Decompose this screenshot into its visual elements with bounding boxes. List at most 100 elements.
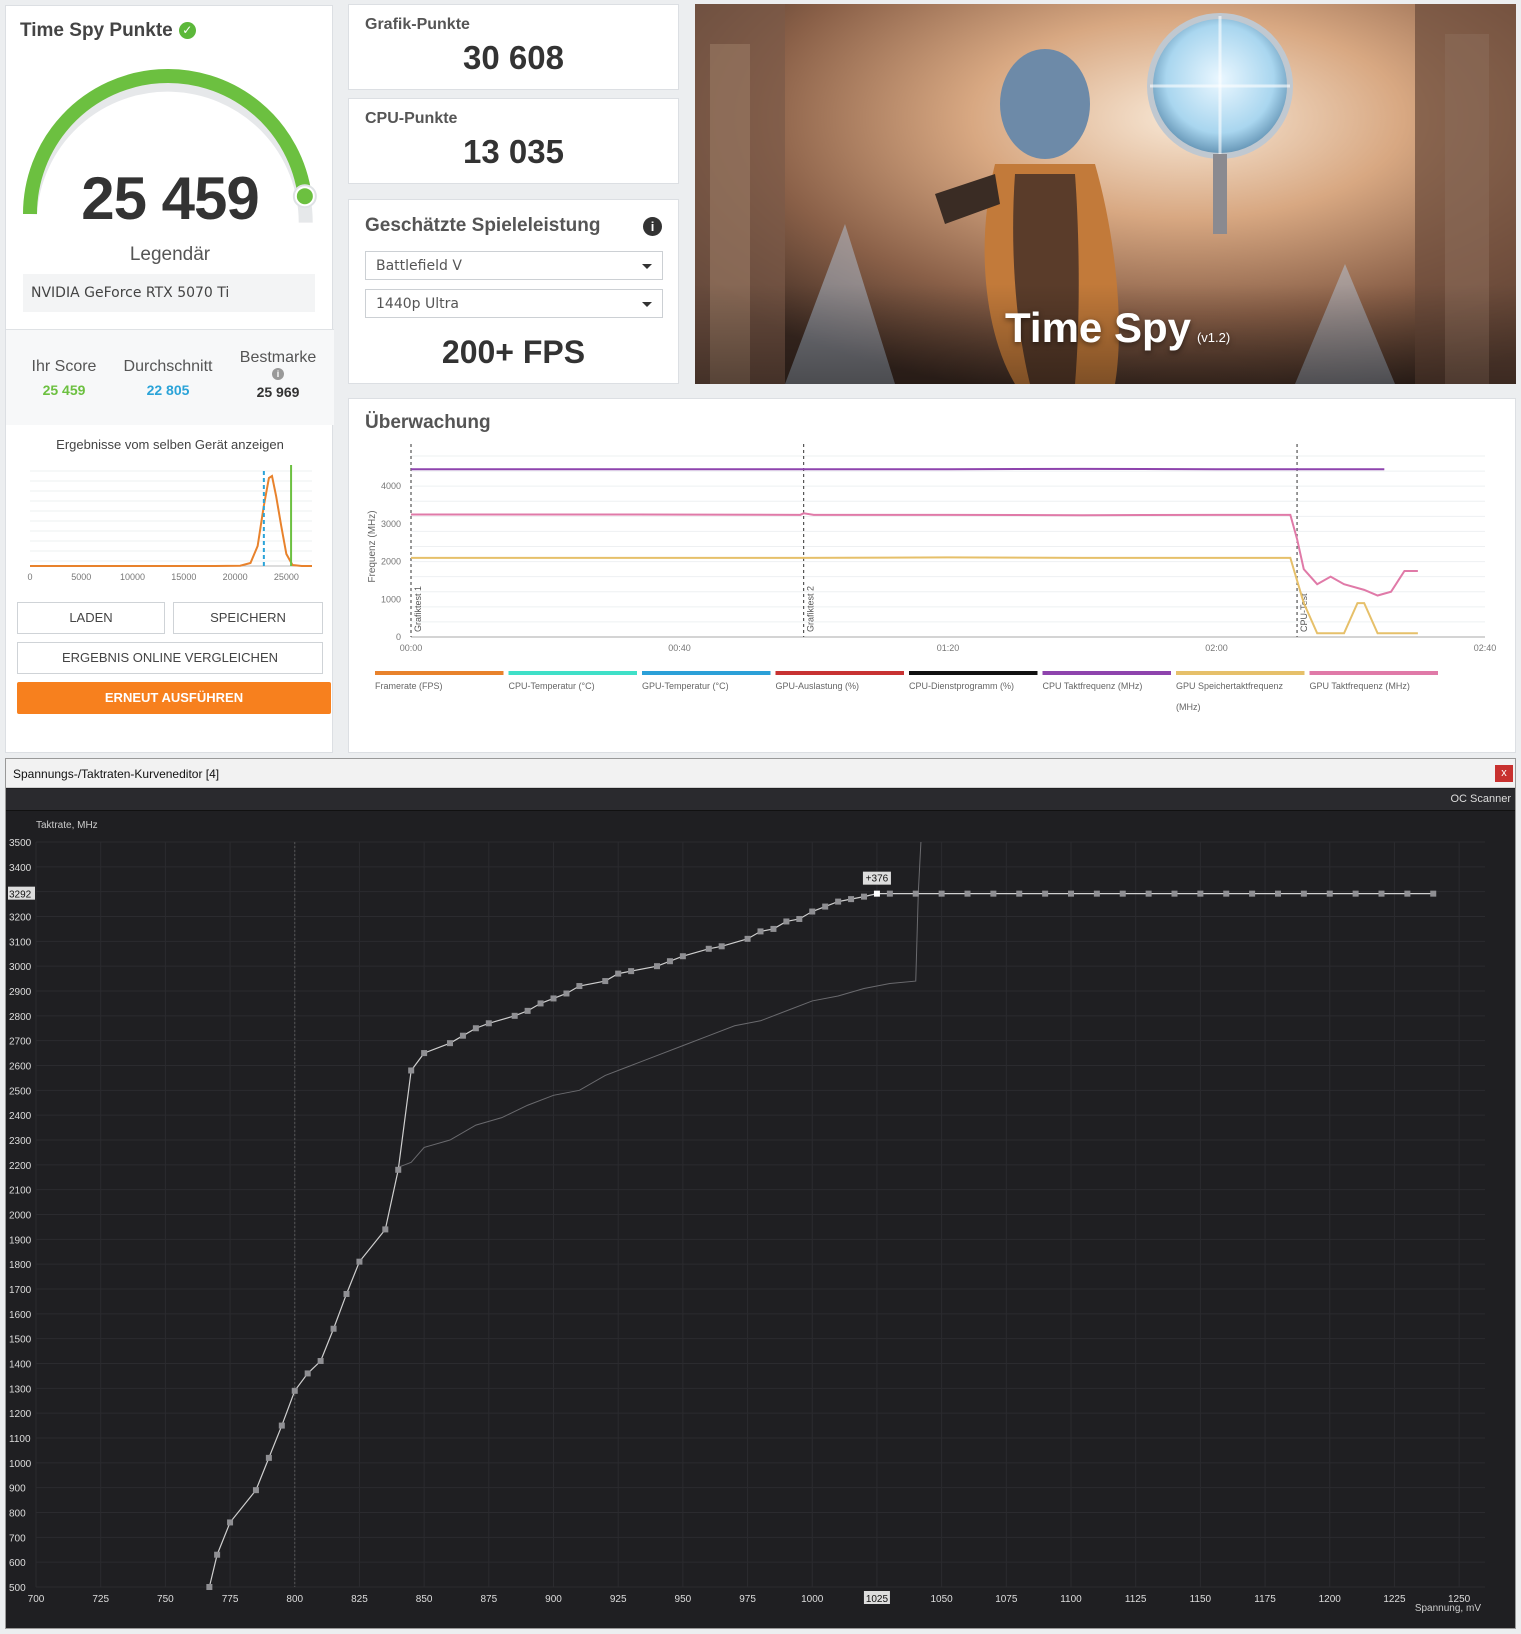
curve-point — [459, 1032, 466, 1039]
y-tick-label: 2400 — [9, 1111, 32, 1122]
y-tick-label: 500 — [9, 1583, 26, 1594]
preset-select-value: 1440p Ultra — [376, 296, 459, 312]
y-tick-label: 3000 — [9, 962, 32, 973]
curve-point — [304, 1370, 311, 1377]
curve-point — [1326, 890, 1333, 897]
curve-point — [822, 903, 829, 910]
legend-swatch — [508, 671, 637, 675]
curve-point — [886, 890, 893, 897]
x-tick-label: 900 — [545, 1594, 562, 1605]
curve-point — [912, 890, 919, 897]
curve-point — [1275, 890, 1281, 897]
y-axis-label: Taktrate, MHz — [36, 820, 98, 831]
monitor-x-tick: 00:00 — [400, 643, 423, 653]
curve-point — [1068, 890, 1074, 897]
cpu-score-value: 13 035 — [463, 133, 564, 170]
graphics-score-label: Grafik-Punkte — [365, 16, 470, 33]
curve-editor-titlebar[interactable]: Spannungs-/Taktraten-Kurveneditor [4] — [6, 759, 1515, 788]
curve-point — [395, 1166, 402, 1173]
load-button[interactable]: LADEN — [17, 602, 165, 634]
phase-marker-label: Grafiktest 1 — [413, 586, 423, 632]
game-select-value: Battlefield V — [376, 258, 462, 274]
x-tick-label: 925 — [610, 1594, 627, 1605]
histogram-tick-label: 20000 — [223, 572, 248, 582]
x-tick-label: 1175 — [1254, 1594, 1276, 1605]
x-tick-label: 1025 — [866, 1594, 889, 1605]
average-value: 22 805 — [146, 382, 190, 398]
your-score: Ihr Score 25 459 — [14, 358, 114, 398]
preset-select[interactable]: 1440p Ultra — [365, 289, 663, 318]
stock-curve — [398, 841, 922, 1168]
x-tick-label: 1075 — [995, 1594, 1018, 1605]
y-tick-label: 700 — [9, 1533, 26, 1544]
oc-scanner-button[interactable]: OC Scanner — [1450, 793, 1511, 805]
curve-point — [990, 890, 997, 897]
y-tick-label: 2000 — [9, 1211, 32, 1222]
same-device-link[interactable]: Ergebnisse vom selben Gerät anzeigen — [6, 437, 334, 452]
info-icon[interactable]: i — [272, 368, 284, 380]
curve-point — [206, 1584, 213, 1590]
offset-label: +376 — [866, 874, 889, 885]
x-tick-label: 725 — [92, 1594, 109, 1605]
curve-point — [1223, 890, 1230, 897]
x-tick-label: 825 — [351, 1594, 368, 1605]
curve-point — [1171, 890, 1178, 897]
monitor-x-tick: 02:40 — [1474, 643, 1497, 653]
curve-point — [214, 1551, 221, 1558]
save-button[interactable]: SPEICHERN — [173, 602, 323, 634]
curve-point — [330, 1325, 337, 1332]
score-title: Time Spy Punkte ✓ — [20, 20, 196, 42]
compare-online-button[interactable]: ERGEBNIS ONLINE VERGLEICHEN — [17, 642, 323, 674]
legend-swatch — [909, 671, 1038, 675]
curve-point — [1145, 890, 1152, 897]
graphics-score-panel: Grafik-Punkte 30 608 — [348, 4, 679, 90]
best-value: 25 969 — [256, 384, 300, 400]
monitor-y-tick: 4000 — [381, 481, 401, 491]
curve-point — [317, 1358, 324, 1365]
voltage-frequency-curve[interactable]: Taktrate, MHzSpannung, mV500600700800900… — [6, 759, 1517, 1630]
monitor-y-label: Frequenz (MHz) — [367, 510, 378, 582]
monitoring-chart: 0 1000 2000 3000 4000 00:00 00:40 01:20 02:00 02:… — [367, 444, 1497, 712]
y-tick-label: 2200 — [9, 1161, 32, 1172]
info-icon[interactable]: i — [643, 217, 662, 236]
legend-swatch — [1176, 671, 1305, 675]
curve-point — [265, 1454, 272, 1461]
x-tick-label: 750 — [157, 1594, 174, 1605]
curve-point — [537, 1000, 544, 1007]
score-rating: Legendär — [129, 244, 211, 265]
monitor-y-tick: 2000 — [381, 557, 401, 567]
curve-point — [1119, 890, 1126, 897]
x-tick-label: 875 — [480, 1594, 497, 1605]
y-tick-label: 3400 — [9, 863, 32, 874]
gpu-name: NVIDIA GeForce RTX 5070 Ti — [23, 274, 315, 312]
curve-point — [1197, 890, 1204, 897]
x-tick-label: 775 — [222, 1594, 239, 1605]
curve-point — [1042, 890, 1049, 897]
curve-point — [770, 925, 777, 932]
curve-point — [550, 995, 557, 1002]
curve-point — [1093, 890, 1100, 897]
curve-point — [421, 1050, 428, 1057]
monitor-x-tick: 01:20 — [937, 643, 960, 653]
y-tick-label: 2500 — [9, 1086, 32, 1097]
y-tick-label: 1100 — [9, 1434, 31, 1445]
monitor-y-tick: 1000 — [381, 594, 401, 604]
legend-swatch — [375, 671, 504, 675]
curve-point — [679, 953, 686, 960]
x-tick-label: 850 — [416, 1594, 433, 1605]
x-tick-label: 1050 — [931, 1594, 954, 1605]
score-histogram: 0 5000 10000 15000 20000 25000 — [27, 465, 312, 582]
legend-label: GPU Taktfrequenz (MHz) — [1310, 681, 1410, 691]
histogram-tick-label: 25000 — [274, 572, 299, 582]
close-button[interactable]: x — [1495, 765, 1513, 782]
game-select[interactable]: Battlefield V — [365, 251, 663, 280]
monitor-x-tick: 02:00 — [1205, 643, 1228, 653]
score-panel: Time Spy Punkte ✓ 25 459 Legendär NVIDIA … — [5, 5, 334, 753]
y-tick-label: 2100 — [9, 1186, 32, 1197]
curve-point — [278, 1422, 285, 1429]
curve-point — [848, 896, 855, 903]
legend-label: GPU Speichertaktfrequenz — [1176, 681, 1284, 691]
y-tick-label: 3500 — [9, 838, 32, 849]
curve-point — [757, 928, 764, 935]
rerun-button[interactable]: ERNEUT AUSFÜHREN — [17, 682, 331, 714]
